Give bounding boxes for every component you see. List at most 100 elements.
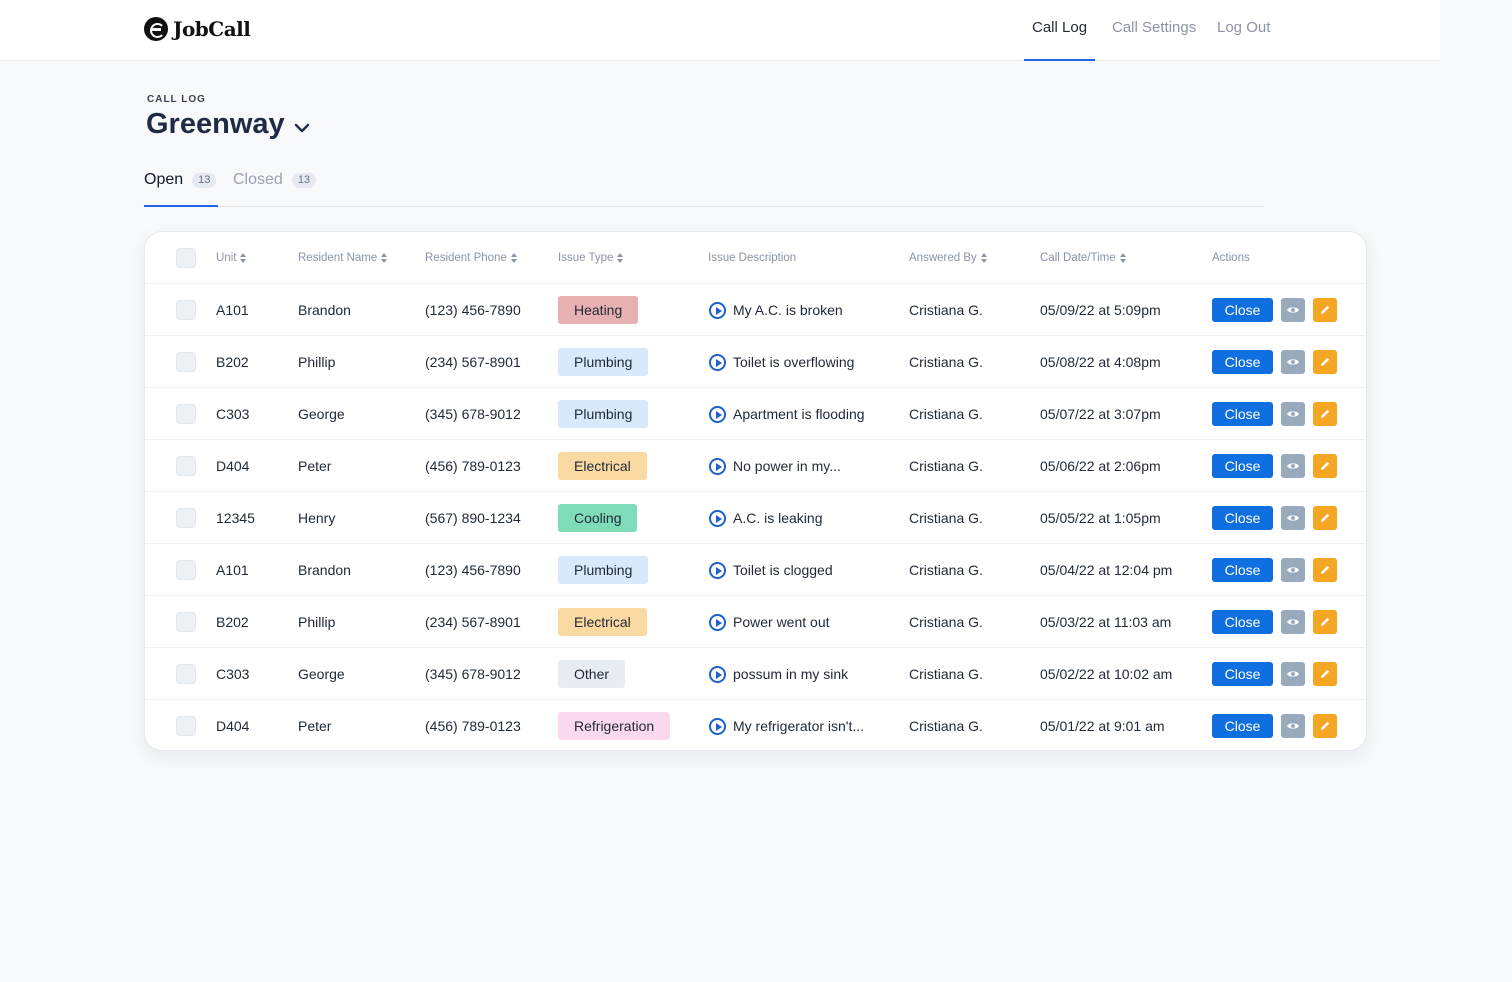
close-button[interactable]: Close <box>1212 506 1273 530</box>
tab-closed-count: 13 <box>291 172 317 188</box>
pencil-icon[interactable] <box>1313 558 1337 582</box>
issue-description[interactable]: possum in my sink <box>709 648 848 700</box>
resident-phone-cell: (456) 789-0123 <box>425 718 521 734</box>
nav-call-log[interactable]: Call Log <box>1032 19 1087 36</box>
table-row[interactable]: 12345 Henry (567) 890-1234 Cooling A.C. is l… <box>145 491 1366 544</box>
table-row[interactable]: A101 Brandon (123) 456-7890 Plumbing Toilet … <box>145 543 1366 596</box>
unit-cell: A101 <box>216 302 249 318</box>
row-checkbox[interactable] <box>176 300 196 320</box>
eye-icon[interactable] <box>1281 454 1305 478</box>
column-header-resident-phone[interactable]: Resident Phone <box>425 232 517 284</box>
pencil-icon[interactable] <box>1313 454 1337 478</box>
column-header-label: Unit <box>216 252 237 264</box>
eye-icon[interactable] <box>1281 610 1305 634</box>
row-checkbox[interactable] <box>176 664 196 684</box>
issue-description[interactable]: A.C. is leaking <box>709 492 822 544</box>
pencil-icon[interactable] <box>1313 506 1337 530</box>
issue-description-text: My A.C. is broken <box>733 302 843 318</box>
table-row[interactable]: C303 George (345) 678-9012 Other possum in m… <box>145 647 1366 700</box>
issue-description-text: Power went out <box>733 614 830 630</box>
issue-description[interactable]: Power went out <box>709 596 830 648</box>
column-header-unit[interactable]: Unit <box>216 232 247 284</box>
play-icon[interactable] <box>709 717 726 735</box>
resident-phone-cell: (456) 789-0123 <box>425 458 521 474</box>
tab-open[interactable]: Open 13 <box>144 171 217 189</box>
row-checkbox[interactable] <box>176 508 196 528</box>
pencil-icon[interactable] <box>1313 298 1337 322</box>
eye-icon[interactable] <box>1281 558 1305 582</box>
app-name: JobCall <box>173 17 251 41</box>
close-button[interactable]: Close <box>1212 662 1273 686</box>
play-icon[interactable] <box>709 405 726 423</box>
eye-icon[interactable] <box>1281 506 1305 530</box>
tab-active-indicator <box>144 205 218 207</box>
row-checkbox[interactable] <box>176 716 196 736</box>
unit-cell: C303 <box>216 406 250 422</box>
close-button[interactable]: Close <box>1212 454 1273 478</box>
row-checkbox[interactable] <box>176 560 196 580</box>
page-title[interactable]: Greenway <box>146 108 285 141</box>
eye-icon[interactable] <box>1281 350 1305 374</box>
issue-description[interactable]: My refrigerator isn't... <box>709 700 865 750</box>
row-checkbox[interactable] <box>176 352 196 372</box>
row-checkbox[interactable] <box>176 456 196 476</box>
column-header-answered-by[interactable]: Answered By <box>909 232 987 284</box>
unit-cell: D404 <box>216 458 250 474</box>
resident-name-cell: Brandon <box>298 302 351 318</box>
issue-description[interactable]: Toilet is overflowing <box>709 336 854 388</box>
row-checkbox[interactable] <box>176 612 196 632</box>
issue-description[interactable]: Toilet is clogged <box>709 544 833 596</box>
answered-by-cell: Cristiana G. <box>909 562 983 578</box>
play-icon[interactable] <box>709 301 726 319</box>
column-header-call-datetime[interactable]: Call Date/Time <box>1040 232 1126 284</box>
chevron-down-icon[interactable] <box>294 122 310 134</box>
eye-icon[interactable] <box>1281 662 1305 686</box>
issue-description-text: My refrigerator isn't... <box>733 718 865 734</box>
play-icon[interactable] <box>709 561 726 579</box>
nav-log-out[interactable]: Log Out <box>1217 19 1270 36</box>
column-header-issue-type[interactable]: Issue Type <box>558 232 624 284</box>
eye-icon[interactable] <box>1281 402 1305 426</box>
issue-description[interactable]: Apartment is flooding <box>709 388 865 440</box>
close-button[interactable]: Close <box>1212 350 1273 374</box>
nav-call-settings[interactable]: Call Settings <box>1112 19 1196 36</box>
play-icon[interactable] <box>709 613 726 631</box>
table-row[interactable]: C303 George (345) 678-9012 Plumbing Apartmen… <box>145 387 1366 440</box>
column-header-label: Issue Type <box>558 252 614 264</box>
pencil-icon[interactable] <box>1313 350 1337 374</box>
pencil-icon[interactable] <box>1313 610 1337 634</box>
pencil-icon[interactable] <box>1313 714 1337 738</box>
close-button[interactable]: Close <box>1212 558 1273 582</box>
logo[interactable]: JobCall <box>144 17 251 41</box>
sort-icon <box>1119 253 1126 263</box>
eye-icon[interactable] <box>1281 714 1305 738</box>
close-button[interactable]: Close <box>1212 402 1273 426</box>
play-icon[interactable] <box>709 509 726 527</box>
eye-icon[interactable] <box>1281 298 1305 322</box>
table-row[interactable]: D404 Peter (456) 789-0123 Electrical No powe… <box>145 439 1366 492</box>
table-row[interactable]: A101 Brandon (123) 456-7890 Heating My A.C. … <box>145 283 1366 336</box>
resident-name-cell: Brandon <box>298 562 351 578</box>
play-icon[interactable] <box>709 353 726 371</box>
pencil-icon[interactable] <box>1313 402 1337 426</box>
table-row[interactable]: D404 Peter (456) 789-0123 Refrigeration My r… <box>145 699 1366 750</box>
page-eyebrow: CALL LOG <box>147 94 206 105</box>
answered-by-cell: Cristiana G. <box>909 510 983 526</box>
resident-name-cell: Peter <box>298 718 332 734</box>
table-row[interactable]: B202 Phillip (234) 567-8901 Electrical Power… <box>145 595 1366 648</box>
row-checkbox[interactable] <box>176 404 196 424</box>
issue-description[interactable]: My A.C. is broken <box>709 284 843 336</box>
close-button[interactable]: Close <box>1212 610 1273 634</box>
tab-closed[interactable]: Closed 13 <box>233 171 317 189</box>
select-all-checkbox[interactable] <box>176 248 196 268</box>
play-icon[interactable] <box>709 457 726 475</box>
tab-open-count: 13 <box>192 172 217 188</box>
close-button[interactable]: Close <box>1212 298 1273 322</box>
play-icon[interactable] <box>709 665 726 683</box>
column-header-resident-name[interactable]: Resident Name <box>298 232 388 284</box>
call-datetime-cell: 05/08/22 at 4:08pm <box>1040 354 1161 370</box>
pencil-icon[interactable] <box>1313 662 1337 686</box>
close-button[interactable]: Close <box>1212 714 1273 738</box>
issue-description[interactable]: No power in my... <box>709 440 841 492</box>
table-row[interactable]: B202 Phillip (234) 567-8901 Plumbing Toilet … <box>145 335 1366 388</box>
